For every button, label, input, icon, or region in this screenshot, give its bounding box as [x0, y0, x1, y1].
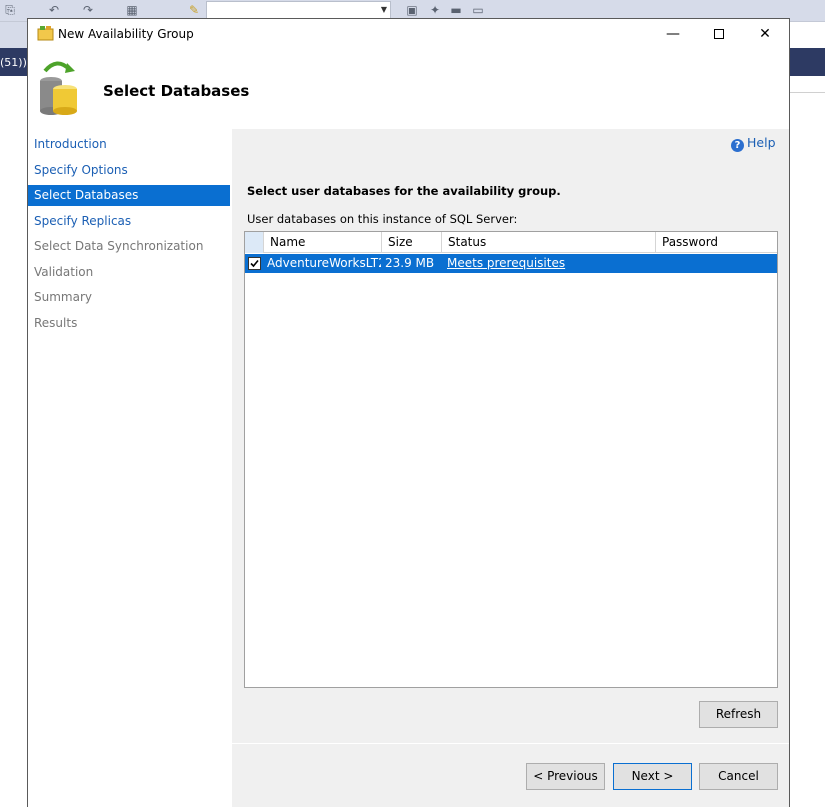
background-divider — [790, 92, 825, 93]
toolbar-combo[interactable]: ▼ — [206, 1, 391, 19]
title-bar[interactable]: New Availability Group — ✕ — [28, 19, 789, 49]
toolbar-icon[interactable]: ✎ — [186, 3, 202, 17]
dialog-title: New Availability Group — [58, 27, 194, 41]
nav-item-select-databases[interactable]: Select Databases — [28, 185, 230, 206]
toolbar-icon[interactable]: ▦ — [124, 3, 140, 17]
refresh-button[interactable]: Refresh — [699, 701, 778, 728]
undo-icon[interactable]: ↶ — [46, 3, 62, 17]
database-size: 23.9 MB — [385, 256, 435, 270]
background-toolbar-secondary — [0, 22, 30, 48]
grid-label: User databases on this instance of SQL S… — [247, 212, 518, 226]
nav-item-specify-options[interactable]: Specify Options — [28, 160, 230, 181]
nav-item-summary: Summary — [34, 290, 92, 304]
select-all-header[interactable] — [245, 232, 263, 253]
help-link[interactable]: ? Help — [731, 135, 776, 152]
database-wizard-icon — [40, 61, 77, 115]
help-icon: ? — [731, 139, 744, 152]
nav-item-select-data-synchronization: Select Data Synchronization — [34, 239, 204, 253]
footer-divider — [232, 743, 789, 744]
availability-group-icon — [37, 26, 54, 41]
nav-item-introduction[interactable]: Introduction — [28, 134, 230, 155]
instruction-text: Select user databases for the availabili… — [247, 184, 561, 198]
wrench-icon[interactable]: ✦ — [427, 3, 443, 17]
terminal-icon[interactable]: ▭ — [470, 3, 486, 17]
maximize-icon — [714, 29, 724, 39]
cancel-button[interactable]: Cancel — [699, 763, 778, 790]
help-label: Help — [747, 135, 776, 150]
toolbox-icon[interactable]: ▬ — [448, 3, 464, 17]
new-availability-group-dialog: New Availability Group — ✕ Select Databa… — [27, 18, 790, 807]
checkmark-icon — [250, 259, 259, 268]
wizard-content: ? Help Select user databases for the avai… — [232, 129, 789, 807]
column-header-size[interactable]: Size — [381, 232, 441, 253]
nav-item-results: Results — [34, 316, 78, 330]
databases-grid[interactable]: Name Size Status Password AdventureWorks… — [244, 231, 778, 688]
wizard-header: Select Databases — [28, 49, 789, 129]
previous-button[interactable]: < Previous — [526, 763, 605, 790]
grid-header: Name Size Status Password — [245, 232, 777, 253]
maximize-button[interactable] — [696, 19, 742, 49]
nav-item-validation: Validation — [34, 265, 94, 279]
close-button[interactable]: ✕ — [742, 19, 788, 49]
database-name: AdventureWorksLT2... — [267, 256, 381, 270]
toolbar-icon[interactable]: ▣ — [404, 3, 420, 17]
wizard-nav: Introduction Specify Options Select Data… — [28, 129, 232, 807]
minimize-button[interactable]: — — [650, 19, 696, 49]
row-checkbox[interactable] — [248, 257, 261, 270]
status-link[interactable]: Meets prerequisites — [443, 254, 655, 273]
next-button[interactable]: Next > — [613, 763, 692, 790]
toolbar-icon[interactable]: ⎘ — [2, 3, 18, 17]
nav-item-specify-replicas[interactable]: Specify Replicas — [28, 211, 230, 232]
redo-icon[interactable]: ↷ — [80, 3, 96, 17]
column-header-status[interactable]: Status — [441, 232, 655, 253]
page-title: Select Databases — [103, 82, 250, 100]
background-tab-label: (51)) — [0, 56, 27, 69]
column-header-name[interactable]: Name — [263, 232, 381, 253]
table-row[interactable]: AdventureWorksLT2... 23.9 MB Meets prere… — [245, 254, 777, 273]
column-header-password[interactable]: Password — [655, 232, 777, 253]
